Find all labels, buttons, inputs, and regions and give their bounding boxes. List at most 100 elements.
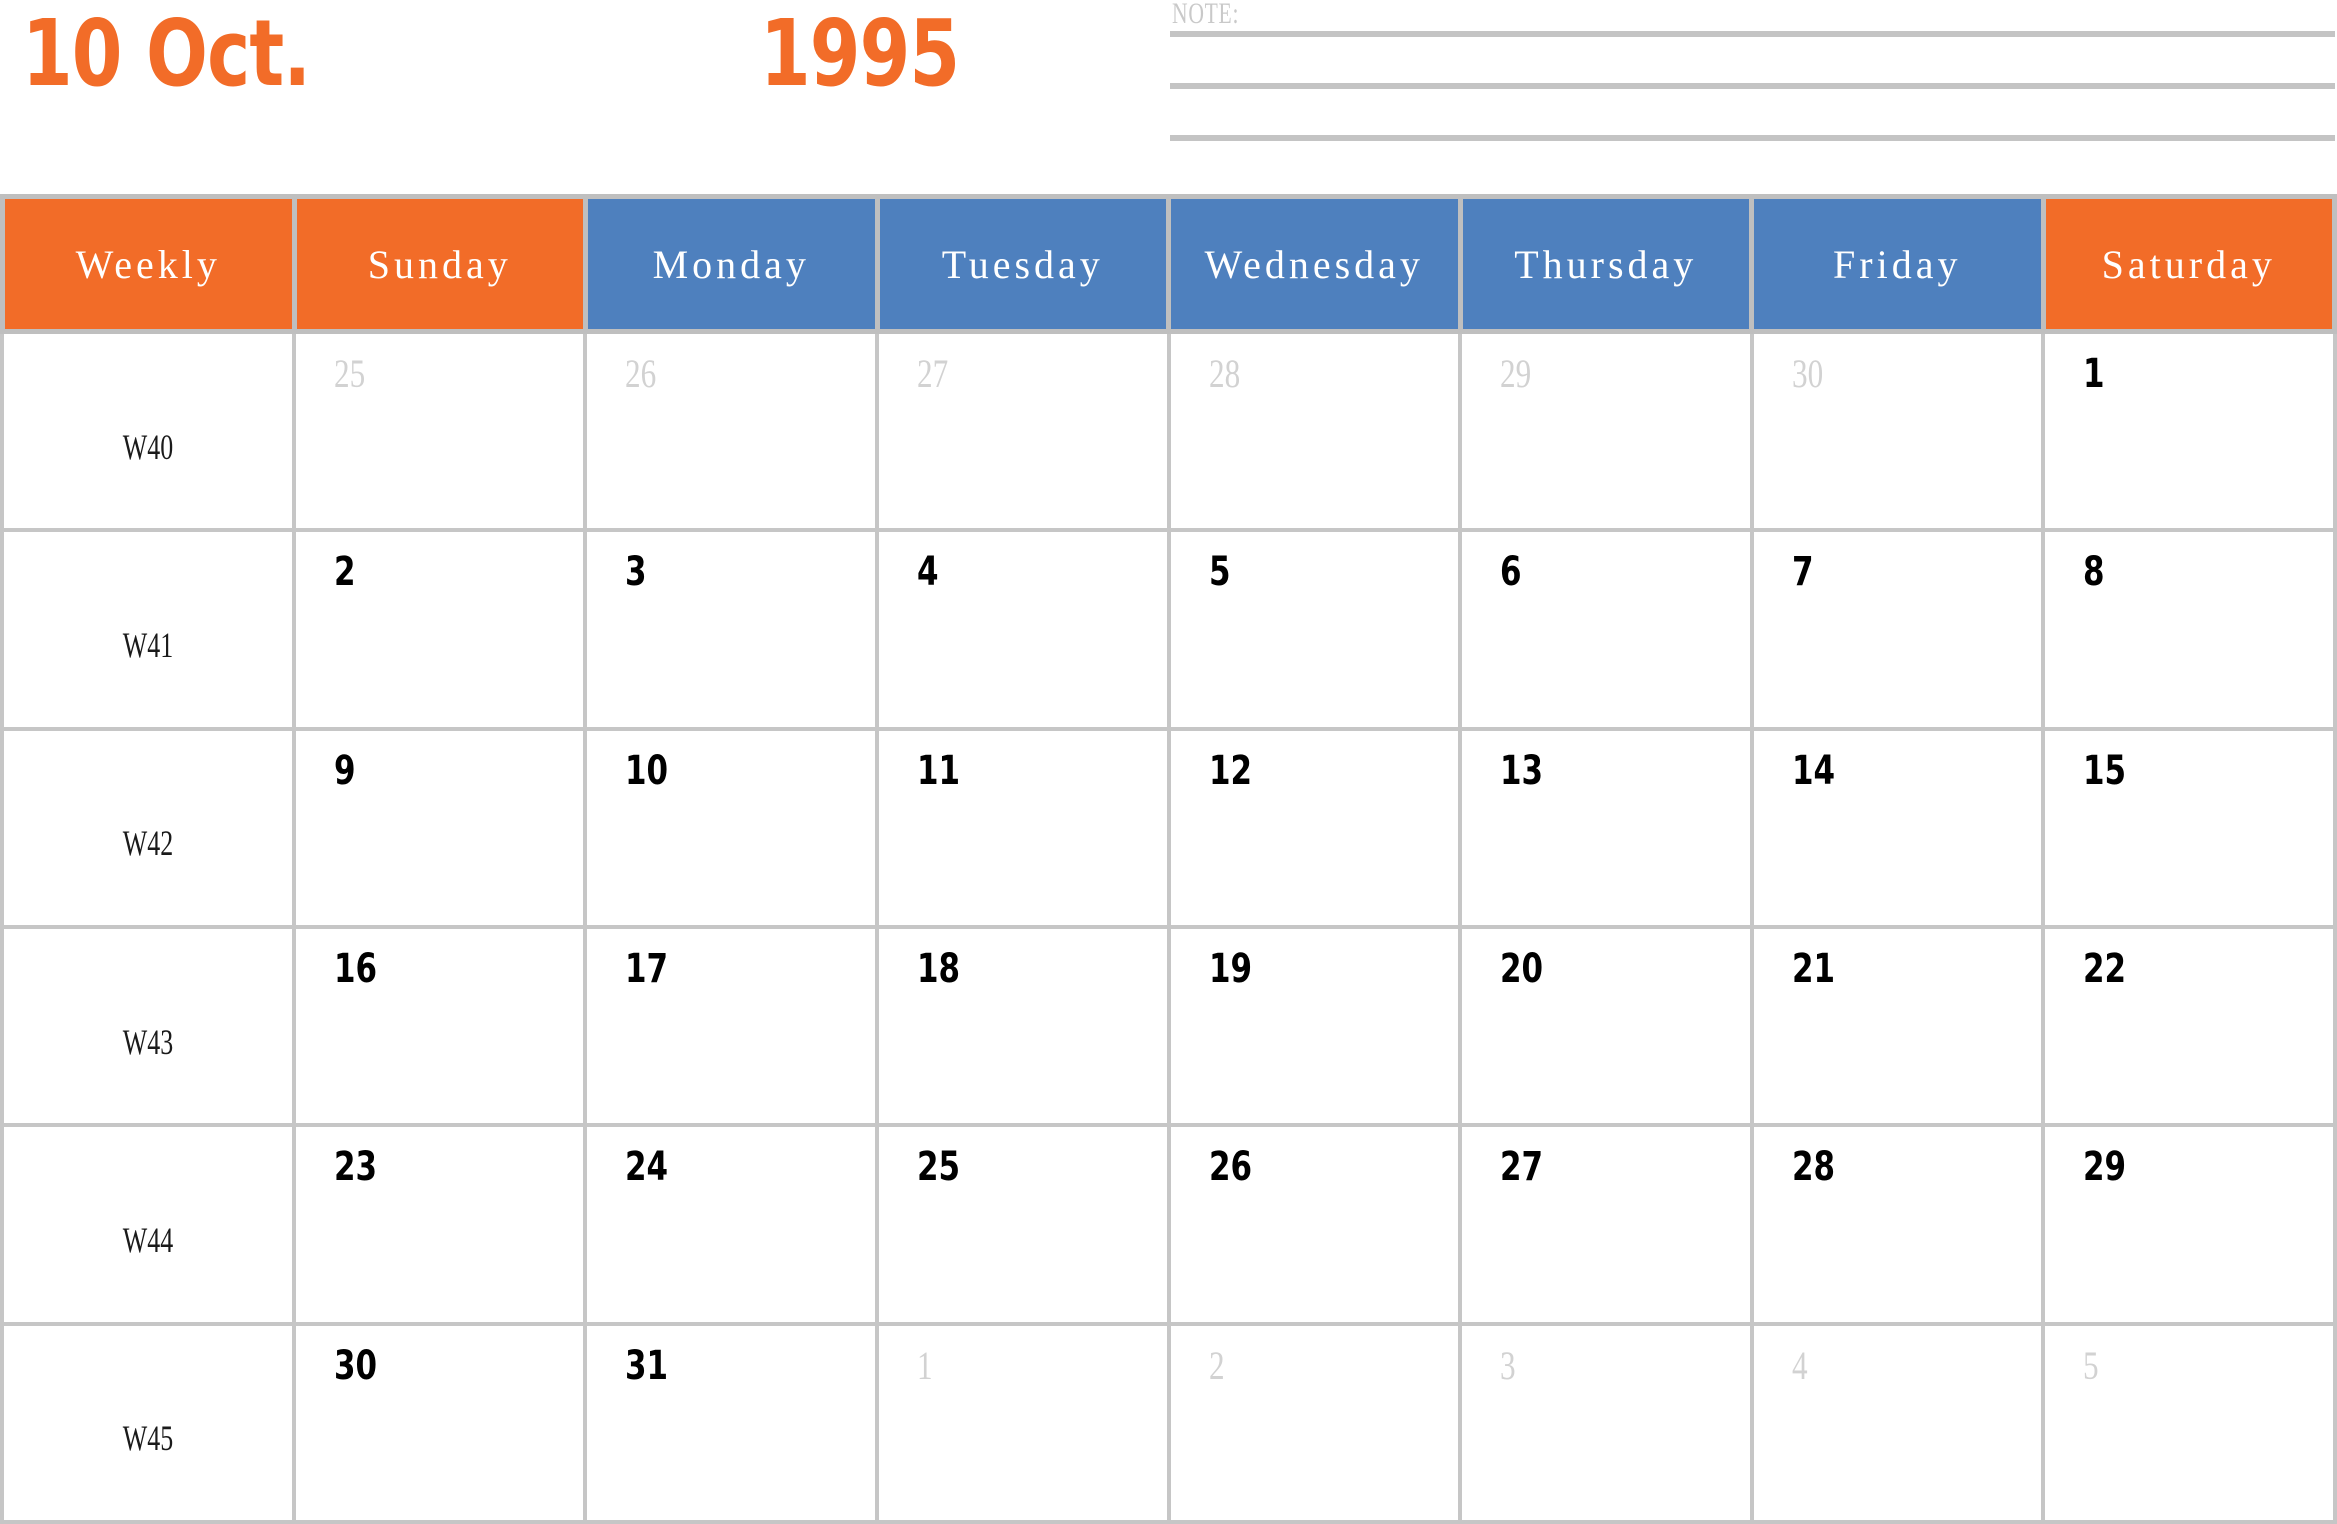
day-cell[interactable]: 23	[295, 1127, 588, 1326]
day-cell[interactable]: 16	[295, 928, 588, 1128]
day-cell[interactable]: 3	[587, 532, 879, 731]
day-cell[interactable]: 28	[1753, 1127, 2046, 1326]
week-number-text: W40	[122, 426, 173, 467]
calendar-week-row: W40 25 26 27 28 29 30 1	[0, 334, 2337, 533]
day-number-text: 22	[2083, 945, 2127, 992]
day-number: 18	[917, 947, 967, 991]
day-number-text: 2	[1208, 1342, 1225, 1388]
day-cell[interactable]: 29	[1462, 334, 1754, 533]
day-cell[interactable]: 30	[295, 1325, 588, 1524]
column-header-tuesday[interactable]: Tuesday	[879, 194, 1171, 334]
week-number-cell: W42	[0, 730, 296, 929]
column-header-weekly[interactable]: Weekly	[0, 194, 297, 334]
day-cell[interactable]: 13	[1462, 730, 1754, 929]
day-cell[interactable]: 28	[1170, 334, 1463, 533]
day-cell[interactable]: 20	[1462, 928, 1754, 1128]
day-cell[interactable]: 14	[1753, 730, 2046, 929]
note-line-2[interactable]	[1170, 83, 2335, 89]
day-cell[interactable]: 31	[587, 1325, 879, 1524]
day-cell[interactable]: 27	[878, 334, 1171, 533]
day-cell[interactable]: 1	[2045, 334, 2337, 533]
day-cell[interactable]: 24	[587, 1127, 879, 1326]
day-cell[interactable]: 4	[1753, 1325, 2046, 1524]
column-header-label: Thursday	[1514, 241, 1698, 287]
day-number: 2	[334, 550, 359, 594]
day-number: 31	[625, 1344, 675, 1388]
day-cell[interactable]: 30	[1753, 334, 2046, 533]
day-number-text: 25	[916, 1144, 960, 1191]
day-number: 28	[1792, 1145, 1842, 1189]
day-number-text: 25	[333, 351, 365, 396]
day-number-text: 13	[1500, 747, 1544, 794]
column-header-label: Tuesday	[941, 241, 1104, 287]
column-header-thursday[interactable]: Thursday	[1462, 194, 1754, 334]
week-number-text: W43	[122, 1021, 173, 1062]
day-cell[interactable]: 26	[1170, 1127, 1463, 1326]
column-header-wednesday[interactable]: Wednesday	[1171, 194, 1463, 334]
day-number: 10	[625, 749, 675, 793]
column-header-label: Monday	[652, 241, 810, 287]
column-header-monday[interactable]: Monday	[588, 194, 880, 334]
column-header-label: Friday	[1833, 241, 1962, 287]
day-cell[interactable]: 5	[1170, 532, 1463, 731]
day-cell[interactable]: 3	[1462, 1325, 1754, 1524]
day-cell[interactable]: 25	[295, 334, 588, 533]
day-number: 29	[2083, 1145, 2133, 1189]
day-number: 11	[917, 749, 967, 793]
day-cell[interactable]: 6	[1462, 532, 1754, 731]
day-number-text: 3	[1500, 1342, 1516, 1388]
day-number: 6	[1500, 550, 1525, 594]
day-cell[interactable]: 7	[1753, 532, 2046, 731]
day-number-text: 21	[1791, 945, 1835, 992]
column-header-saturday[interactable]: Saturday	[2045, 194, 2337, 334]
note-line-3[interactable]	[1170, 135, 2335, 141]
day-cell[interactable]: 22	[2045, 928, 2337, 1128]
column-header-sunday[interactable]: Sunday	[296, 194, 588, 334]
day-cell[interactable]: 5	[2045, 1325, 2337, 1524]
day-number-adjacent-month: 4	[1791, 1342, 1812, 1388]
day-number: 30	[334, 1344, 384, 1388]
calendar-header-row: Weekly Sunday Monday Tuesday Wednesday Thursd…	[0, 194, 2337, 334]
day-number-text: 11	[916, 747, 960, 794]
day-cell[interactable]: 19	[1170, 928, 1463, 1128]
note-label: NOTE:	[1172, 0, 1240, 30]
day-number-text: 12	[1208, 747, 1252, 794]
day-number-text: 26	[1208, 1144, 1252, 1191]
day-number-text: 20	[1500, 945, 1544, 992]
day-cell[interactable]: 21	[1753, 928, 2046, 1128]
day-cell[interactable]: 15	[2045, 730, 2337, 929]
day-number-text: 10	[625, 747, 669, 794]
day-number: 15	[2083, 749, 2133, 793]
day-cell[interactable]: 2	[295, 532, 588, 731]
day-cell[interactable]: 12	[1170, 730, 1463, 929]
day-cell[interactable]: 1	[878, 1325, 1171, 1524]
day-number-text: 9	[333, 747, 356, 794]
day-cell[interactable]: 10	[587, 730, 879, 929]
day-number: 24	[625, 1145, 675, 1189]
day-number-text: 30	[333, 1342, 377, 1389]
day-number-text: 5	[1208, 549, 1231, 596]
day-number-text: 7	[1791, 549, 1814, 596]
day-cell[interactable]: 17	[587, 928, 879, 1128]
day-cell[interactable]: 26	[587, 334, 879, 533]
day-cell[interactable]: 9	[295, 730, 588, 929]
day-cell[interactable]: 25	[878, 1127, 1171, 1326]
day-cell[interactable]: 11	[878, 730, 1171, 929]
day-number-text: 4	[916, 549, 939, 596]
day-number-text: 4	[1791, 1342, 1808, 1388]
day-cell[interactable]: 29	[2045, 1127, 2337, 1326]
day-number: 13	[1500, 749, 1550, 793]
week-number-text: W41	[122, 625, 173, 666]
day-cell[interactable]: 4	[878, 532, 1171, 731]
week-number-cell: W40	[0, 334, 296, 533]
week-number-label: W44	[4, 1221, 292, 1259]
day-cell[interactable]: 8	[2045, 532, 2337, 731]
column-header-friday[interactable]: Friday	[1754, 194, 2046, 334]
day-cell[interactable]: 2	[1170, 1325, 1463, 1524]
day-cell[interactable]: 18	[878, 928, 1171, 1128]
day-cell[interactable]: 27	[1462, 1127, 1754, 1326]
day-number-text: 30	[1791, 351, 1823, 396]
day-number-text: 15	[2083, 747, 2127, 794]
note-line-1[interactable]	[1170, 31, 2335, 37]
calendar-week-row: W43 16 17 18 19 20 21 22	[0, 928, 2337, 1128]
